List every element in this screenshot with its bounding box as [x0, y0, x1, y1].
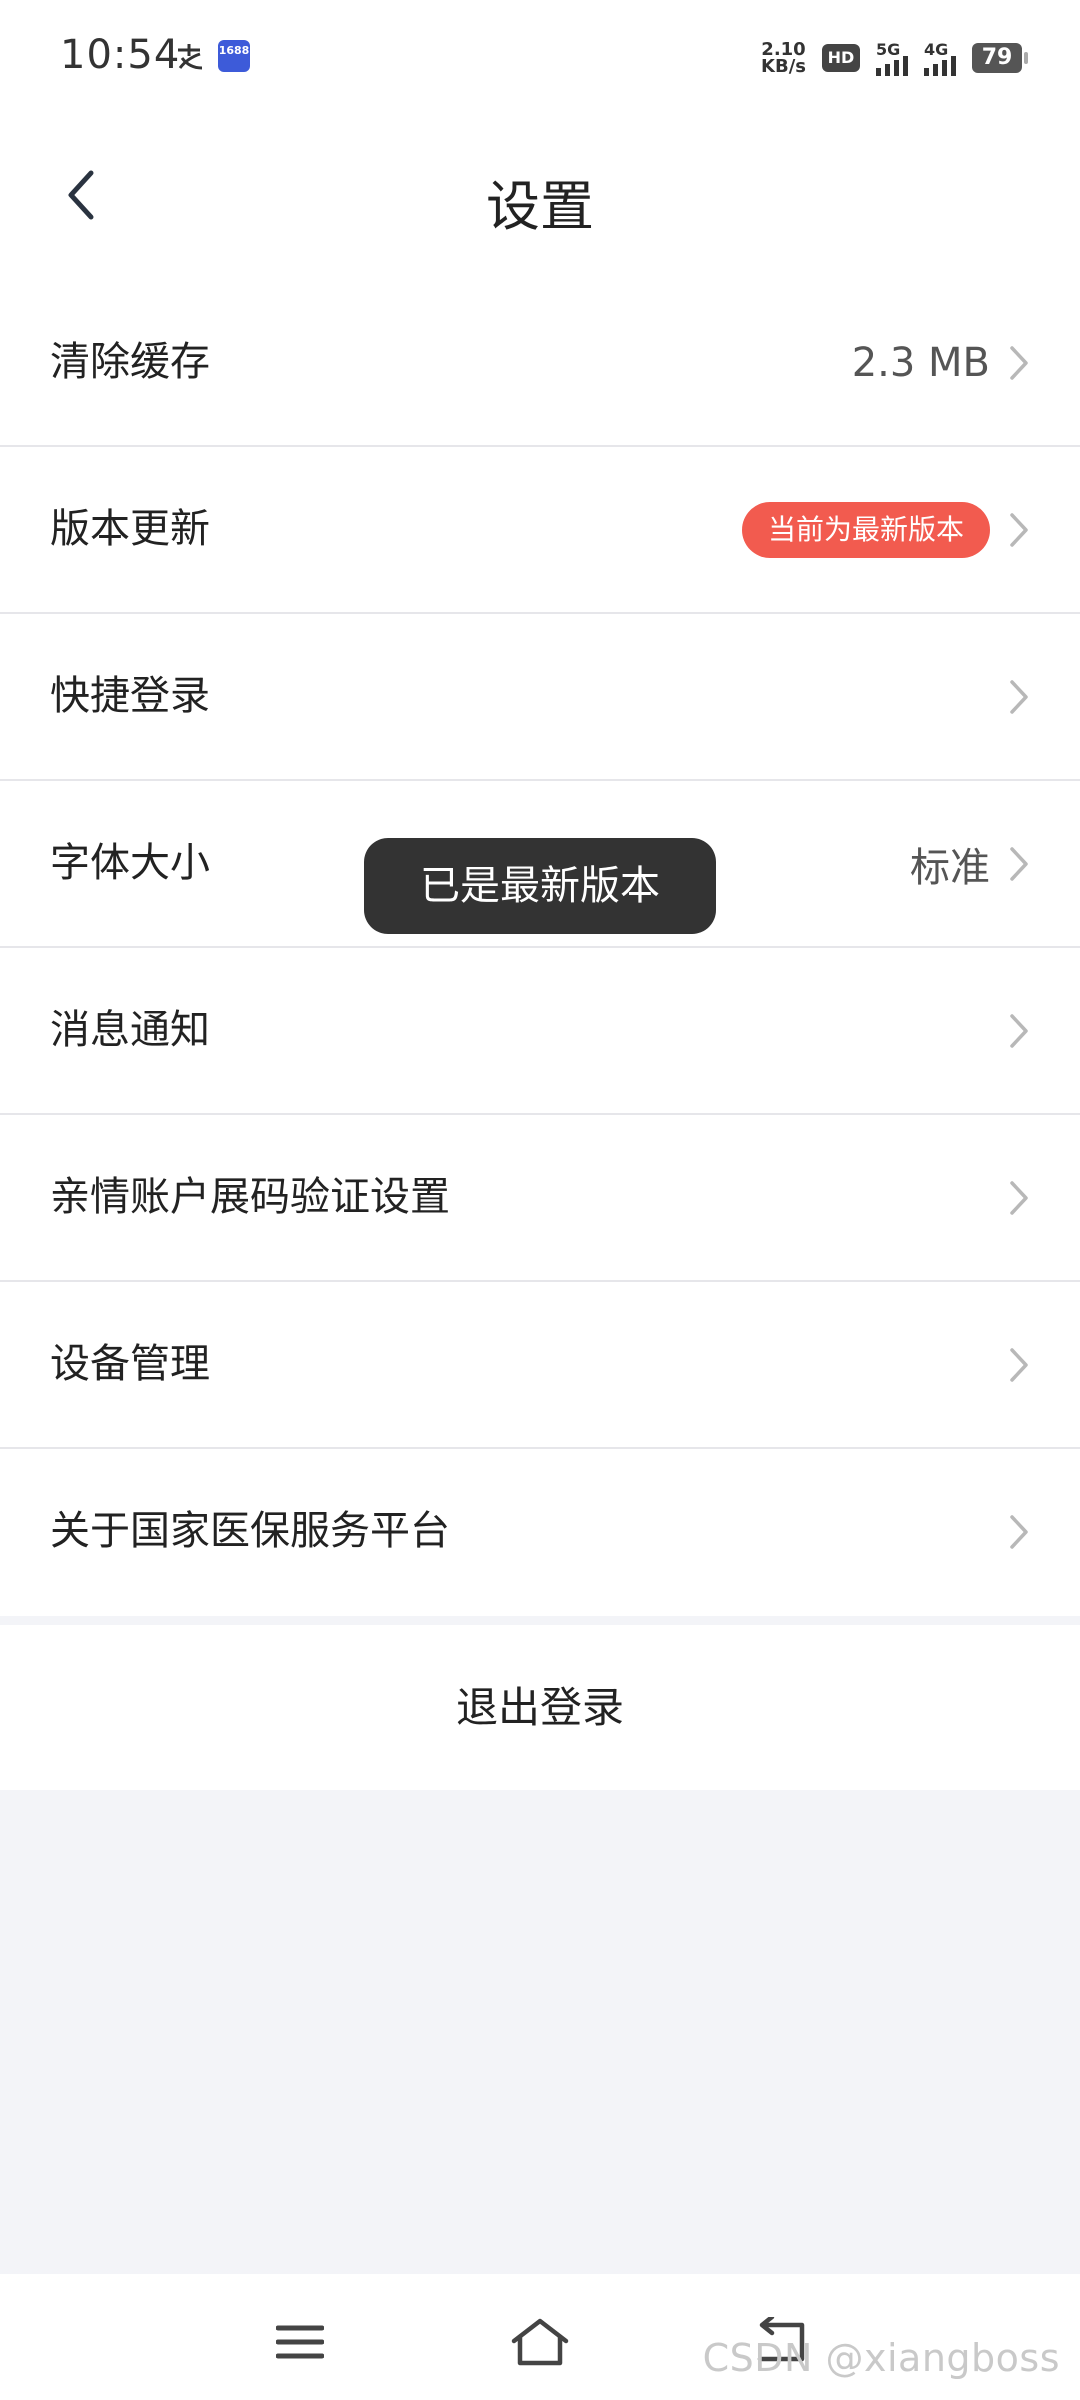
cache-size-value: 2.3 MB: [851, 339, 990, 386]
setting-label: 版本更新: [50, 506, 210, 552]
chevron-right-icon: [1010, 1514, 1028, 1549]
menu-icon: [276, 2325, 324, 2359]
chevron-right-icon: [1010, 512, 1028, 547]
latest-version-badge: 当前为最新版本: [741, 501, 990, 558]
status-indicators: 2.10 KB/s HD 5G 4G 79: [761, 36, 1028, 80]
hd-volte-icon: HD: [822, 44, 860, 72]
setting-label: 字体大小: [50, 840, 210, 886]
network-speed: 2.10 KB/s: [761, 39, 806, 77]
chevron-right-icon: [1010, 1013, 1028, 1048]
system-nav-bar: CSDN @xiangboss: [0, 2274, 1080, 2400]
setting-clear-cache[interactable]: 清除缓存 2.3 MB: [0, 280, 1080, 447]
watermark: CSDN @xiangboss: [702, 2336, 1060, 2380]
toast-message: 已是最新版本: [364, 838, 716, 934]
setting-about-platform[interactable]: 关于国家医保服务平台: [0, 1449, 1080, 1616]
setting-family-account-verification[interactable]: 亲情账户展码验证设置: [0, 1115, 1080, 1282]
setting-label: 关于国家医保服务平台: [50, 1508, 450, 1554]
battery-icon: 79: [972, 43, 1028, 73]
page-title: 设置: [486, 175, 594, 238]
signal-4g-icon: 4G: [924, 40, 956, 76]
signal-5g-icon: 5G: [876, 40, 908, 76]
font-size-value: 标准: [910, 844, 990, 891]
chevron-right-icon: [1010, 1180, 1028, 1215]
setting-notifications[interactable]: 消息通知: [0, 948, 1080, 1115]
status-time: 10:54: [60, 32, 181, 78]
setting-label: 清除缓存: [50, 339, 210, 385]
setting-label: 亲情账户展码验证设置: [50, 1174, 450, 1220]
chevron-right-icon: [1010, 345, 1028, 380]
setting-label: 快捷登录: [50, 673, 210, 719]
status-bar: 10:54 1688 2.10 KB/s HD 5G 4G 79: [0, 0, 1080, 110]
logout-button[interactable]: 退出登录: [0, 1625, 1080, 1790]
setting-device-management[interactable]: 设备管理: [0, 1282, 1080, 1449]
setting-label: 消息通知: [50, 1007, 210, 1053]
settings-list: 清除缓存 2.3 MB 版本更新 当前为最新版本 快捷登录 字体大小 标准 消息…: [0, 280, 1080, 1616]
app-1688-icon: 1688: [218, 40, 250, 72]
menu-nav-button[interactable]: [270, 2312, 330, 2372]
chevron-right-icon: [1010, 1347, 1028, 1382]
setting-quick-login[interactable]: 快捷登录: [0, 614, 1080, 781]
chevron-right-icon: [1010, 679, 1028, 714]
alipay-icon: [178, 44, 203, 70]
home-nav-button[interactable]: [510, 2312, 570, 2372]
setting-label: 设备管理: [50, 1341, 210, 1387]
chevron-right-icon: [1010, 846, 1028, 881]
setting-version-update[interactable]: 版本更新 当前为最新版本: [0, 447, 1080, 614]
home-icon: [511, 2318, 569, 2366]
top-app-bar: 设置: [0, 110, 1080, 280]
